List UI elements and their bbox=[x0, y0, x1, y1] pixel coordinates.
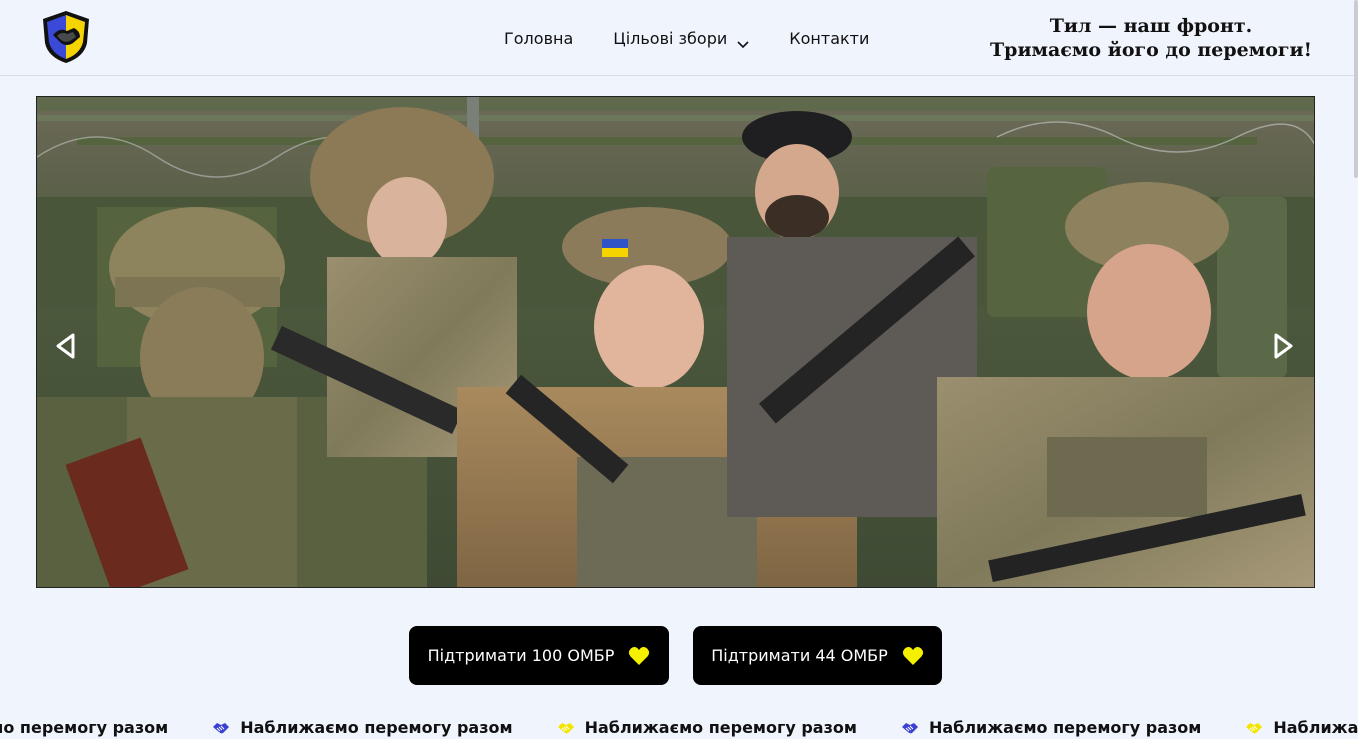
ticker-text: аємо перемогу разом bbox=[0, 718, 169, 737]
nav-home-label: Головна bbox=[504, 28, 574, 48]
ticker-text: Наближаємо перемогу р bbox=[1273, 718, 1358, 737]
chevron-down-icon bbox=[737, 34, 749, 49]
ticker-item: аємо перемогу разом bbox=[0, 718, 168, 737]
ticker-text: Наближаємо перемогу разом bbox=[928, 718, 1202, 737]
support-100-ombr-label: Підтримати 100 ОМБР bbox=[427, 646, 615, 665]
slogan-line-2: Тримаємо його до перемоги! bbox=[990, 39, 1312, 61]
ticker-text: Наближаємо перемогу разом bbox=[584, 718, 857, 737]
ticker-text: Наближаємо перемогу разом bbox=[240, 718, 513, 737]
shield-logo-icon[interactable] bbox=[40, 9, 92, 65]
heart-icon bbox=[628, 646, 650, 666]
nav-home[interactable]: Головна bbox=[504, 29, 573, 48]
heart-icon bbox=[902, 646, 924, 666]
slogan-line-1: Тил — наш фронт. bbox=[1049, 15, 1253, 37]
page-scrollbar[interactable] bbox=[1354, 0, 1358, 178]
handshake-icon bbox=[1245, 719, 1263, 737]
header-slogan: Тил — наш фронт. Тримаємо його до перемо… bbox=[990, 14, 1312, 62]
handshake-icon bbox=[557, 719, 575, 737]
soldiers-photo bbox=[37, 97, 1314, 587]
support-100-ombr-button[interactable]: Підтримати 100 ОМБР bbox=[409, 626, 669, 685]
main-nav: Головна Цільові збори Контакти bbox=[504, 26, 869, 50]
handshake-icon bbox=[212, 719, 230, 737]
arrow-left-icon[interactable] bbox=[55, 333, 77, 359]
ticker-track: аємо перемогу разом Наближаємо перемогу … bbox=[0, 718, 1358, 737]
arrow-right-icon[interactable] bbox=[1272, 333, 1294, 359]
nav-target-collections-label: Цільові збори bbox=[613, 28, 728, 48]
nav-contacts[interactable]: Контакти bbox=[789, 29, 869, 48]
site-header: Головна Цільові збори Контакти Тил — наш… bbox=[0, 0, 1358, 76]
nav-contacts-label: Контакти bbox=[789, 28, 870, 48]
ticker-item: Наближаємо перемогу р bbox=[1245, 718, 1358, 737]
handshake-icon bbox=[901, 719, 919, 737]
nav-target-collections[interactable]: Цільові збори bbox=[613, 28, 749, 49]
ticker-item: Наближаємо перемогу разом bbox=[901, 718, 1201, 737]
support-44-ombr-button[interactable]: Підтримати 44 ОМБР bbox=[693, 626, 942, 685]
hero-slider bbox=[36, 96, 1315, 588]
support-44-ombr-label: Підтримати 44 ОМБР bbox=[711, 646, 888, 665]
ticker-item: Наближаємо перемогу разом bbox=[212, 718, 513, 737]
marquee-ticker: аємо перемогу разом Наближаємо перемогу … bbox=[0, 716, 1358, 739]
ticker-item: Наближаємо перемогу разом bbox=[557, 718, 857, 737]
